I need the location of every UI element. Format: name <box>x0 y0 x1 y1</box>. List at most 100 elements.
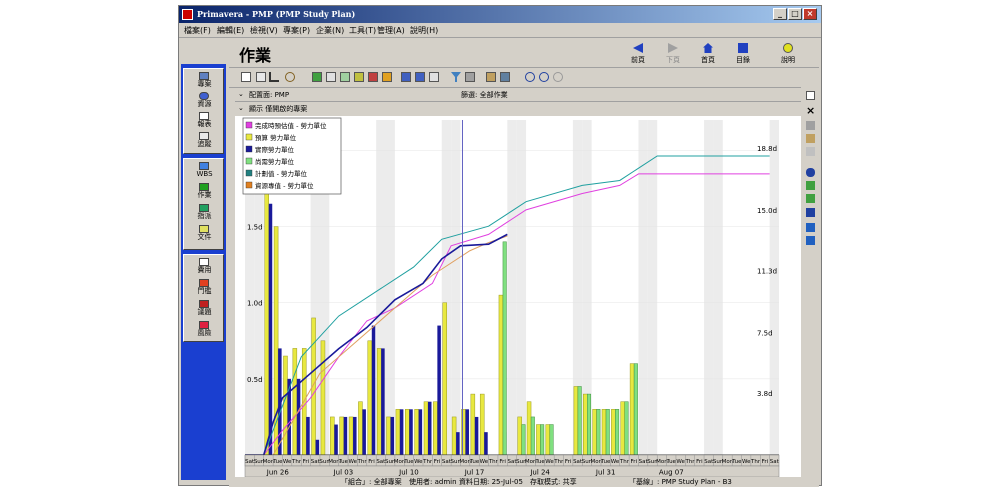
zoom-in-icon[interactable] <box>525 72 535 82</box>
sidebar-item-resources[interactable]: 資源 <box>186 92 223 109</box>
weekend-shade <box>385 120 395 455</box>
menu-project[interactable]: 專案(P) <box>283 25 310 36</box>
display-option-bar: ⌄ 顯示 僅開啟的專案 <box>235 102 801 115</box>
budget-bar <box>320 340 326 456</box>
week-label: Aug 07 <box>659 469 684 477</box>
schedule-icon[interactable] <box>486 72 496 82</box>
directory-icon <box>738 43 748 53</box>
week-label: Jul 10 <box>398 469 419 477</box>
columns-icon[interactable] <box>241 72 251 82</box>
sidebar-group-3: 費用 門檻 議題 風險 <box>183 254 224 342</box>
remaining-bar <box>587 393 592 456</box>
sidebar-item-documents[interactable]: 文件 <box>186 225 223 242</box>
new-icon[interactable] <box>806 91 815 100</box>
filter-icon[interactable] <box>451 72 461 82</box>
directory-button[interactable]: 目錄 <box>729 42 757 66</box>
sidebar-item-tracking[interactable]: 追蹤 <box>186 132 223 149</box>
link-icon[interactable] <box>285 72 295 82</box>
menu-edit[interactable]: 編輯(E) <box>217 25 244 36</box>
menu-admin[interactable]: 管理(A) <box>377 25 405 36</box>
menu-help[interactable]: 說明(H) <box>410 25 438 36</box>
day-label: Tue <box>403 459 414 465</box>
chevron-down-icon[interactable]: ⌄ <box>238 90 244 98</box>
relationship-icon[interactable] <box>269 72 279 82</box>
menu-tools[interactable]: 工具(T) <box>349 25 376 36</box>
gantt-icon[interactable] <box>326 72 336 82</box>
layout-icon[interactable] <box>415 72 425 82</box>
sidebar-item-assignments[interactable]: 指派 <box>186 204 223 221</box>
delete-icon[interactable]: × <box>806 105 815 116</box>
copy-icon[interactable] <box>806 134 815 143</box>
sidebar-item-reports[interactable]: 報表 <box>186 112 223 129</box>
successors-icon[interactable] <box>806 236 815 245</box>
trace-icon[interactable] <box>382 72 392 82</box>
menu-view[interactable]: 檢視(V) <box>250 25 278 36</box>
back-button[interactable]: 前頁 <box>624 42 652 66</box>
level-icon[interactable] <box>500 72 510 82</box>
forward-button[interactable]: 下頁 <box>659 42 687 66</box>
group-sort-icon[interactable] <box>401 72 411 82</box>
menu-file[interactable]: 檔案(F) <box>184 25 211 36</box>
actual-bar <box>381 348 385 455</box>
bars-icon[interactable] <box>256 72 266 82</box>
sidebar-item-projects[interactable]: 專案 <box>186 72 223 89</box>
zoom-out-icon[interactable] <box>539 72 549 82</box>
day-label: Fri <box>565 459 572 465</box>
legend-label: 資源專值 - 勞力單位 <box>255 181 314 190</box>
network-icon[interactable] <box>368 72 378 82</box>
remaining-bar <box>615 409 620 456</box>
actual-bar <box>296 378 301 455</box>
assign-code-icon[interactable] <box>806 194 815 203</box>
predecessors-icon[interactable] <box>806 223 815 232</box>
page-header: 作業 前頁 下頁 首頁 目錄 說明 <box>229 39 819 68</box>
day-label: Thr <box>553 459 564 465</box>
activity-table-icon[interactable] <box>312 72 322 82</box>
home-button[interactable]: 首頁 <box>694 42 722 66</box>
actual-bar <box>343 416 348 455</box>
day-label: Thr <box>619 459 630 465</box>
issue-icon <box>199 300 209 308</box>
display-option-label[interactable]: 顯示 僅開啟的專案 <box>249 104 307 114</box>
layout-label[interactable]: 配置面: PMP <box>249 90 289 100</box>
budget-bar <box>414 409 419 456</box>
sidebar-item-expenses[interactable]: 費用 <box>186 258 223 275</box>
menu-enterprise[interactable]: 企業(N) <box>316 25 344 36</box>
paste-icon[interactable] <box>806 147 815 156</box>
close-button[interactable]: × <box>803 8 817 20</box>
sidebar-item-risks[interactable]: 風險 <box>186 321 223 338</box>
assign-role-icon[interactable] <box>806 181 815 190</box>
title-bar[interactable]: Primavera - PMP (PMP Study Plan) _ □ × <box>179 6 821 23</box>
budget-bar <box>536 424 541 456</box>
spreadsheet-icon[interactable] <box>354 72 364 82</box>
status-baseline: 「基線」: PMP Study Plan - B3 <box>629 478 732 486</box>
profile-icon[interactable] <box>340 72 350 82</box>
steps-icon[interactable] <box>806 208 815 217</box>
filter-bar: ⌄ 配置面: PMP 篩選: 全部作業 <box>235 88 801 102</box>
maximize-button[interactable]: □ <box>788 8 802 20</box>
cut-icon[interactable] <box>806 121 815 130</box>
sidebar-item-activities[interactable]: 作業 <box>186 183 223 200</box>
weekend-shade <box>704 120 714 455</box>
sidebar-item-issues[interactable]: 議題 <box>186 300 223 317</box>
chart-svg: 0.5d1.0d1.5d2.0d3.8d7.5d11.3d15.0d18.8dS… <box>242 117 780 478</box>
actual-bar <box>437 325 441 455</box>
columns-view-icon[interactable] <box>429 72 439 82</box>
sidebar-item-thresholds[interactable]: 門檻 <box>186 279 223 296</box>
chevron-down-icon[interactable]: ⌄ <box>238 104 244 112</box>
budget-bar <box>264 150 269 456</box>
sidebar-item-wbs[interactable]: WBS <box>186 162 223 179</box>
filter-label[interactable]: 篩選: 全部作業 <box>461 90 508 100</box>
minimize-button[interactable]: _ <box>773 8 787 20</box>
weekend-shade <box>647 120 658 455</box>
layout-options-icon[interactable] <box>465 72 475 82</box>
forward-icon <box>668 43 678 53</box>
weekend-shade <box>516 120 527 455</box>
budget-bar <box>517 416 522 456</box>
budget-bar <box>470 393 476 456</box>
legend-swatch <box>245 133 253 141</box>
budget-bar <box>526 401 532 456</box>
zoom-fit-icon[interactable] <box>553 72 563 82</box>
weekend-shade <box>451 120 461 455</box>
help-button[interactable]: 說明 <box>774 42 802 66</box>
assign-resource-icon[interactable] <box>806 168 815 177</box>
